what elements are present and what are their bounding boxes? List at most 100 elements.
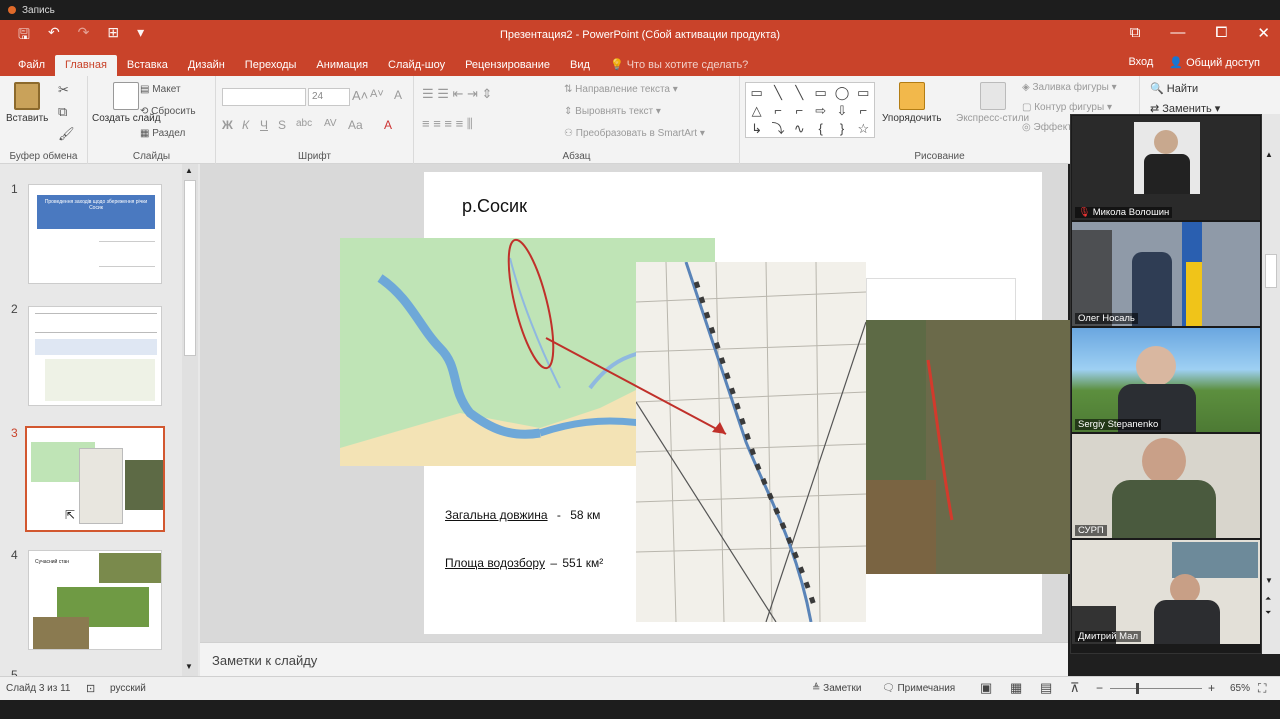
tab-animations[interactable]: Анимация [306, 55, 378, 76]
reading-view-icon[interactable]: ▤ [1040, 680, 1052, 696]
text-direction-button[interactable]: ⇅ Направление текста ▾ [564, 84, 678, 95]
reset-button[interactable]: ⟲ Сбросить [140, 106, 196, 117]
scroll-down-icon[interactable]: ▼ [1265, 576, 1273, 585]
scroll-down-icon[interactable]: ▼ [185, 662, 193, 671]
participant-tile[interactable]: Дмитрий Мал [1072, 540, 1260, 644]
shape-oval-icon[interactable]: ◯ [835, 86, 850, 99]
slideshow-view-icon[interactable]: ⊼ [1070, 680, 1080, 696]
scroll-thumb[interactable] [184, 180, 196, 356]
slide-thumbnail-3[interactable]: ⇱ [25, 426, 165, 532]
shrink-font-button[interactable]: A˅ [370, 88, 384, 100]
shape-curved-arrow-icon[interactable]: ⤵ [771, 122, 784, 135]
underline-button[interactable]: Ч [260, 118, 268, 132]
section-button[interactable]: ▦ Раздел [140, 128, 185, 139]
font-color-button[interactable]: A [384, 118, 392, 132]
notes-toggle[interactable]: ≜ Заметки [812, 683, 861, 694]
zoom-slider[interactable] [1110, 688, 1202, 689]
align-icon[interactable]: ≡ ≡ ≡ ≡ ⫼ [422, 116, 473, 132]
comments-toggle[interactable]: 🗨 Примечания [882, 683, 955, 694]
tab-review[interactable]: Рецензирование [455, 55, 560, 76]
layout-button[interactable]: ▤ Макет [140, 84, 181, 95]
convert-smartart-button[interactable]: ⚇ Преобразовать в SmartArt ▾ [564, 128, 705, 139]
cut-icon[interactable]: ✂ [58, 82, 69, 98]
shape-outline-button[interactable]: ▢ Контур фигуры ▾ [1022, 102, 1112, 113]
shape-triangle-icon[interactable]: △ [752, 104, 762, 117]
undo-icon[interactable]: ↶ [48, 24, 60, 48]
participant-tile[interactable]: Sergiy Stepanenko [1072, 328, 1260, 432]
shape-brace-right-icon[interactable]: } [840, 122, 844, 135]
format-painter-icon[interactable]: 🖌 [58, 126, 75, 142]
tab-view[interactable]: Вид [560, 55, 600, 76]
shape-arrow-right-icon[interactable]: ⇨ [815, 104, 826, 117]
participant-tile[interactable]: 🎙 Микола Волошин [1072, 116, 1260, 220]
canvas-scroll-thumb[interactable] [1265, 254, 1277, 288]
minimize-button[interactable]: — [1170, 24, 1185, 42]
close-button[interactable]: ✕ [1257, 24, 1270, 42]
arrange-button[interactable]: Упорядочить [882, 82, 942, 124]
slide-thumbnail-2[interactable] [28, 306, 162, 406]
zoom-out-button[interactable]: − [1096, 681, 1103, 695]
bullets-icon[interactable]: ☰ ☰ ⇤ ⇥ ⇕ [422, 86, 492, 102]
paste-button[interactable]: Вставить [6, 82, 48, 124]
italic-button[interactable]: К [242, 118, 249, 132]
shape-rect-icon[interactable]: ▭ [751, 86, 763, 99]
shape-line2-icon[interactable]: ╲ [795, 86, 803, 99]
customize-qat-icon[interactable]: ▾ [137, 24, 144, 48]
language-indicator[interactable]: русский [110, 683, 146, 694]
shape-rect2-icon[interactable]: ▭ [815, 86, 827, 99]
start-from-beginning-icon[interactable]: ⊞ [107, 24, 119, 48]
clear-format-button[interactable]: A [394, 88, 402, 102]
next-slide-icon[interactable]: ⏷ [1265, 608, 1271, 618]
save-icon[interactable]: 🖫 [18, 24, 30, 48]
quick-styles-button[interactable]: Экспресс-стили [956, 82, 1029, 124]
tab-home[interactable]: Главная [55, 55, 117, 76]
shape-star-icon[interactable]: ☆ [858, 122, 870, 135]
signin-link[interactable]: Вход [1128, 56, 1153, 69]
tab-transitions[interactable]: Переходы [235, 55, 307, 76]
spellcheck-icon[interactable]: ⊡ [86, 682, 95, 695]
copy-icon[interactable]: ⧉ [58, 104, 67, 120]
prev-slide-icon[interactable]: ⏶ [1265, 594, 1271, 604]
shapes-gallery[interactable]: ▭ ╲ ╲ ▭ ◯ ▭ △ ⌐ ⌐ ⇨ ⇩ ⌐ ↳ ⤵ ∿ { } ☆ [745, 82, 875, 138]
zoom-level[interactable]: 65% [1230, 683, 1250, 694]
tab-design[interactable]: Дизайн [178, 55, 235, 76]
redo-icon[interactable]: ↷ [78, 24, 90, 48]
zoom-slider-thumb[interactable] [1136, 683, 1139, 694]
slide-notes-field[interactable]: Заметки к слайду [200, 642, 1068, 676]
tab-insert[interactable]: Вставка [117, 55, 178, 76]
tab-file[interactable]: Файл [8, 55, 55, 76]
shape-brace-left-icon[interactable]: { [818, 122, 822, 135]
bold-button[interactable]: Ж [222, 118, 233, 132]
normal-view-icon[interactable]: ▣ [980, 680, 992, 696]
shape-line-icon[interactable]: ╲ [774, 86, 782, 99]
thumbs-scrollbar[interactable]: ▲ ▼ [182, 164, 198, 676]
canvas-scrollbar[interactable]: ▲ ▼ ⏶ ⏷ [1262, 114, 1280, 654]
shadow-button[interactable]: аbc [296, 118, 312, 129]
satellite-image[interactable] [866, 320, 1070, 574]
sorter-view-icon[interactable]: ▦ [1010, 680, 1022, 696]
ribbon-display-options-icon[interactable]: ⧉ [1130, 24, 1141, 42]
scroll-up-icon[interactable]: ▲ [1265, 150, 1273, 159]
shape-connector3-icon[interactable]: ⌐ [860, 104, 868, 117]
shape-arrow-down-icon[interactable]: ⇩ [837, 104, 848, 117]
align-text-button[interactable]: ⇕ Выровнять текст ▾ [564, 106, 661, 117]
strike-button[interactable]: S [278, 118, 286, 132]
change-case-button[interactable]: Aa [348, 118, 363, 132]
tab-slideshow[interactable]: Слайд-шоу [378, 55, 455, 76]
slide-thumbnail-1[interactable]: Проведення заходів щодо збереження річки… [28, 184, 162, 284]
slide-thumbnail-4[interactable]: Сучасний стан [28, 550, 162, 650]
font-name-input[interactable] [222, 88, 306, 106]
participant-tile[interactable]: Олег Носаль [1072, 222, 1260, 326]
share-button[interactable]: 👤 Общий доступ [1169, 56, 1260, 69]
find-button[interactable]: 🔍 Найти [1150, 82, 1198, 95]
shape-rect3-icon[interactable]: ▭ [857, 86, 869, 99]
shape-fill-button[interactable]: ◈ Заливка фигуры ▾ [1022, 82, 1117, 93]
grow-font-button[interactable]: A˄ [352, 88, 368, 103]
fit-slide-icon[interactable]: ⛶ [1258, 681, 1266, 696]
shape-wave-icon[interactable]: ∿ [794, 122, 805, 135]
tell-me-search[interactable]: 💡 Что вы хотите сделать? [600, 54, 758, 76]
restore-button[interactable]: ⧠ [1215, 24, 1227, 42]
shape-bent-arrow-icon[interactable]: ↳ [751, 122, 762, 135]
topographic-map-image[interactable] [636, 262, 866, 622]
slide-title[interactable]: р.Сосик [462, 196, 527, 217]
